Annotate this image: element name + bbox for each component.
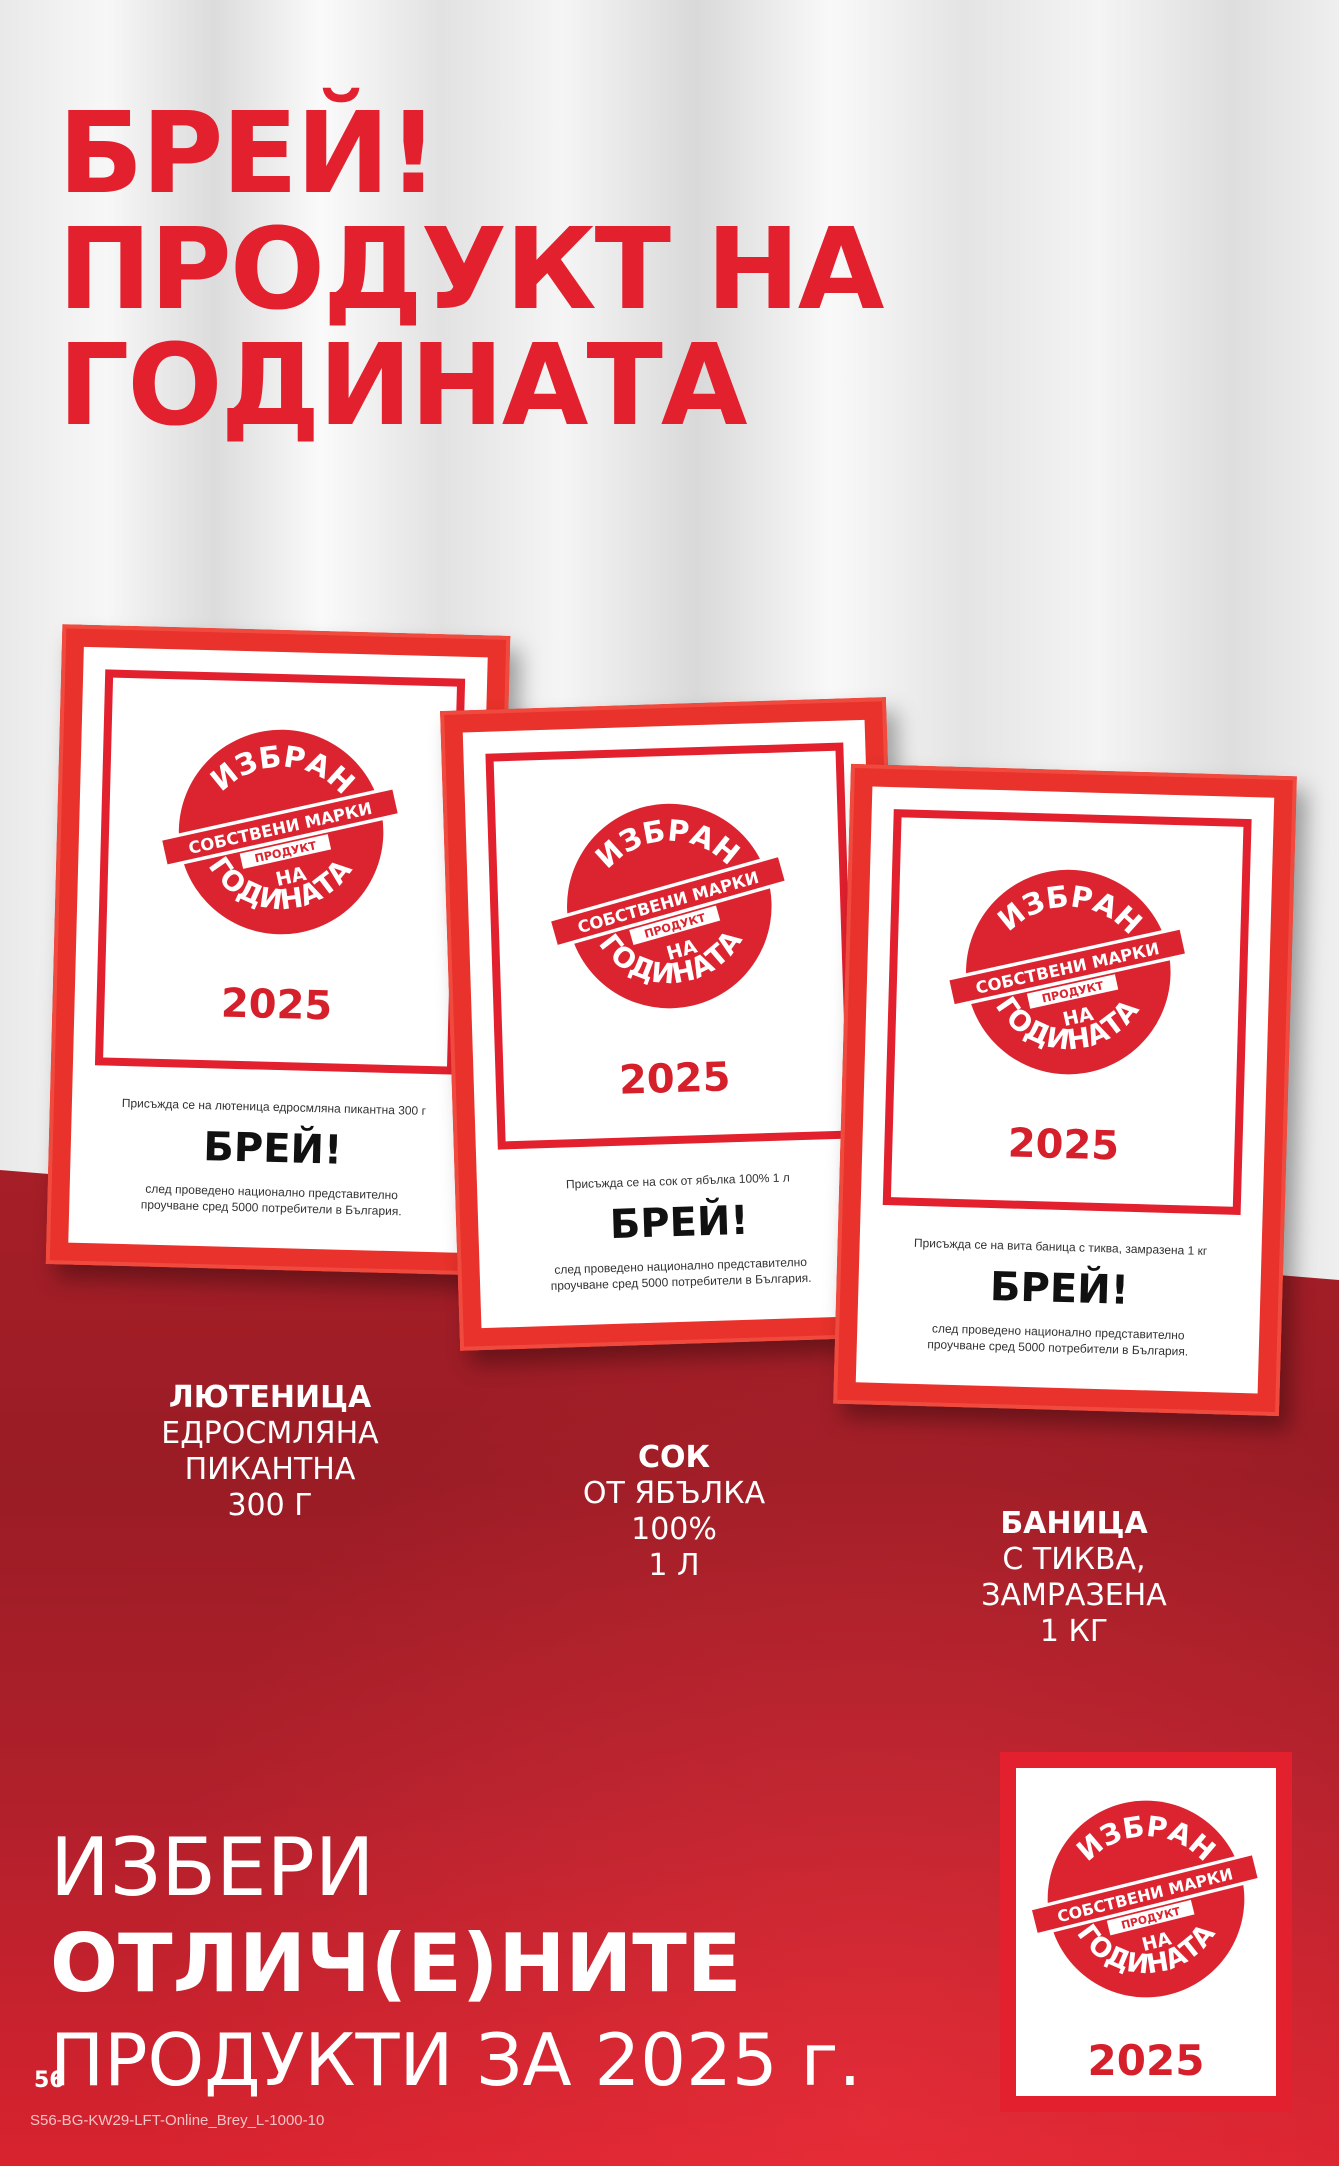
certificate-year: 2025 bbox=[618, 1054, 732, 1104]
award-seal: ИЗБРАН СОБСТВЕНИ МАРКИ ПРОДУКТ НА ГОДИНА… bbox=[942, 866, 1196, 1078]
product-label-juice: СОК ОТ ЯБЪЛКА 100% 1 Л bbox=[524, 1440, 824, 1584]
page-number: 56 bbox=[34, 2068, 65, 2093]
product-detail: С ТИКВА, bbox=[1002, 1542, 1146, 1577]
certificate-brand: БРЕЙ! bbox=[609, 1197, 750, 1249]
slogan-line-3: ПРОДУКТИ ЗА 2025 г. bbox=[50, 2018, 862, 2102]
certificate-year: 2025 bbox=[1007, 1120, 1120, 1170]
product-detail: ЕДРОСМЛЯНА bbox=[161, 1416, 379, 1451]
award-seal: ИЗБРАН СОБСТВЕНИ МАРКИ ПРОДУКТ НА ГОДИНА… bbox=[155, 726, 409, 938]
product-detail: ПИКАНТНА bbox=[184, 1452, 356, 1487]
headline-line-2: ПРОДУКТ НА bbox=[58, 205, 884, 335]
certificate-caption: Присъжда се на вита баница с тиква, замр… bbox=[913, 1235, 1208, 1259]
bottom-slogan: ИЗБЕРИ ОТЛИЧ(Е)НИТЕ ПРОДУКТИ ЗА 2025 г. bbox=[50, 1820, 861, 2108]
headline-line-3: ГОДИНАТА bbox=[58, 321, 748, 451]
award-seal: ИЗБРАН СОБСТВЕНИ МАРКИ ПРОДУКТ НА ГОДИНА… bbox=[543, 799, 797, 1013]
badge-year: 2025 bbox=[1087, 2036, 1205, 2085]
certificate-caption: Присъжда се на лютеница едросмляна пикан… bbox=[121, 1095, 427, 1118]
frame-mat: ИЗБРАН СОБСТВЕНИ МАРКИ ПРОДУКТ НА ГОДИНА… bbox=[68, 646, 488, 1254]
certificate-brand: БРЕЙ! bbox=[989, 1263, 1130, 1314]
headline-line-1: БРЕЙ! bbox=[58, 89, 439, 219]
product-detail: 1 КГ bbox=[1039, 1614, 1109, 1649]
product-detail: 300 Г bbox=[227, 1488, 313, 1523]
footer-code: S56-BG-KW29-LFT-Online_Brey_L-1000-10 bbox=[30, 2112, 325, 2129]
award-seal: ИЗБРАН СОБСТВЕНИ МАРКИ ПРОДУКТ НА ГОДИНА… bbox=[1027, 1800, 1266, 1998]
certificate-border: ИЗБРАН СОБСТВЕНИ МАРКИ ПРОДУКТ НА ГОДИНА… bbox=[882, 809, 1252, 1215]
page: БРЕЙ! ПРОДУКТ НА ГОДИНАТА ИЗБРАН СОБСТВЕ… bbox=[0, 0, 1339, 2166]
product-name: ЛЮТЕНИЦА bbox=[168, 1380, 372, 1415]
certificate-note: след проведено национално представително… bbox=[897, 1319, 1220, 1360]
certificate-year: 2025 bbox=[220, 980, 333, 1030]
certificate-caption: Присъжда се на сок от ябълка 100% 1 л bbox=[565, 1170, 791, 1192]
certificate-brand: БРЕЙ! bbox=[202, 1124, 343, 1174]
product-detail: 1 Л bbox=[648, 1548, 700, 1583]
frame-mat: ИЗБРАН СОБСТВЕНИ МАРКИ ПРОДУКТ НА ГОДИНА… bbox=[855, 786, 1275, 1394]
certificate-note: след проведено национално представително… bbox=[109, 1180, 434, 1220]
product-detail: 100% bbox=[631, 1512, 717, 1547]
product-label-banitsa: БАНИЦА С ТИКВА, ЗАМРАЗЕНА 1 КГ bbox=[924, 1506, 1224, 1650]
badge-mat: ИЗБРАН СОБСТВЕНИ МАРКИ ПРОДУКТ НА ГОДИНА… bbox=[1016, 1768, 1276, 2096]
certificate-border: ИЗБРАН СОБСТВЕНИ МАРКИ ПРОДУКТ НА ГОДИНА… bbox=[485, 742, 856, 1150]
award-frame-3: ИЗБРАН СОБСТВЕНИ МАРКИ ПРОДУКТ НА ГОДИНА… bbox=[833, 763, 1297, 1417]
product-detail: ЗАМРАЗЕНА bbox=[981, 1578, 1167, 1613]
product-name: СОК bbox=[637, 1440, 711, 1475]
certificate-note: след проведено национално представително… bbox=[519, 1253, 842, 1295]
product-label-lutenitsa: ЛЮТЕНИЦА ЕДРОСМЛЯНА ПИКАНТНА 300 Г bbox=[120, 1380, 420, 1524]
slogan-line-1: ИЗБЕРИ bbox=[50, 1821, 375, 1914]
award-frame-2: ИЗБРАН СОБСТВЕНИ МАРКИ ПРОДУКТ НА ГОДИНА… bbox=[440, 697, 906, 1351]
headline: БРЕЙ! ПРОДУКТ НА ГОДИНАТА bbox=[58, 89, 884, 451]
award-badge: ИЗБРАН СОБСТВЕНИ МАРКИ ПРОДУКТ НА ГОДИНА… bbox=[1000, 1752, 1292, 2112]
slogan-line-2: ОТЛИЧ(Е)НИТЕ bbox=[50, 1917, 742, 2010]
certificate-border: ИЗБРАН СОБСТВЕНИ МАРКИ ПРОДУКТ НА ГОДИНА… bbox=[94, 669, 466, 1075]
product-name: БАНИЦА bbox=[1000, 1506, 1148, 1541]
frame-mat: ИЗБРАН СОБСТВЕНИ МАРКИ ПРОДУКТ НА ГОДИНА… bbox=[462, 719, 884, 1329]
product-detail: ОТ ЯБЪЛКА bbox=[582, 1476, 766, 1511]
